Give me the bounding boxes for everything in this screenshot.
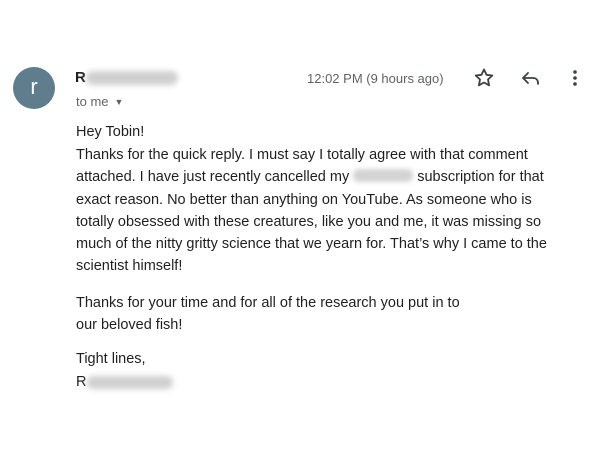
paragraph-line: our beloved fish! <box>76 317 183 334</box>
paragraph-line: scientist himself! <box>76 258 183 275</box>
paragraph-line: totally obsessed with these creatures, l… <box>76 213 542 230</box>
chevron-down-icon: ▼ <box>114 97 124 107</box>
line-segment: attached. I have just recently cancelled… <box>76 169 350 186</box>
recipient-details-toggle[interactable]: to me ▼ <box>76 94 123 109</box>
star-icon[interactable] <box>472 66 496 90</box>
sender-avatar[interactable]: r <box>13 67 55 109</box>
more-vert-icon[interactable] <box>563 66 587 90</box>
paragraph-line: exact reason. No better than anything on… <box>76 191 532 208</box>
recipient-label: to me <box>76 94 109 109</box>
message-paragraph-2: Thanks for your time and for all of the … <box>76 292 460 337</box>
paragraph-line: Thanks for the quick reply. I must say I… <box>76 147 528 163</box>
message-timestamp: 12:02 PM (9 hours ago) <box>307 71 444 86</box>
message-paragraph-1: Thanks for the quick reply. I must say I… <box>76 144 547 278</box>
line-segment: subscription for that <box>417 169 544 186</box>
reply-icon[interactable] <box>519 66 543 90</box>
paragraph-line: Thanks for your time and for all of the … <box>76 295 460 311</box>
paragraph-line: much of the nitty gritty science that we… <box>76 236 547 253</box>
sender-name[interactable]: R <box>75 69 86 86</box>
redacted-sender-name <box>86 71 178 85</box>
signature-initial: R <box>76 374 87 390</box>
message-closing: Tight lines, <box>76 351 146 367</box>
redacted-signature <box>87 376 173 389</box>
paragraph-line: attached. I have just recently cancelled… <box>76 166 547 188</box>
redacted-service-name <box>353 169 414 183</box>
message-greeting: Hey Tobin! <box>76 124 145 140</box>
